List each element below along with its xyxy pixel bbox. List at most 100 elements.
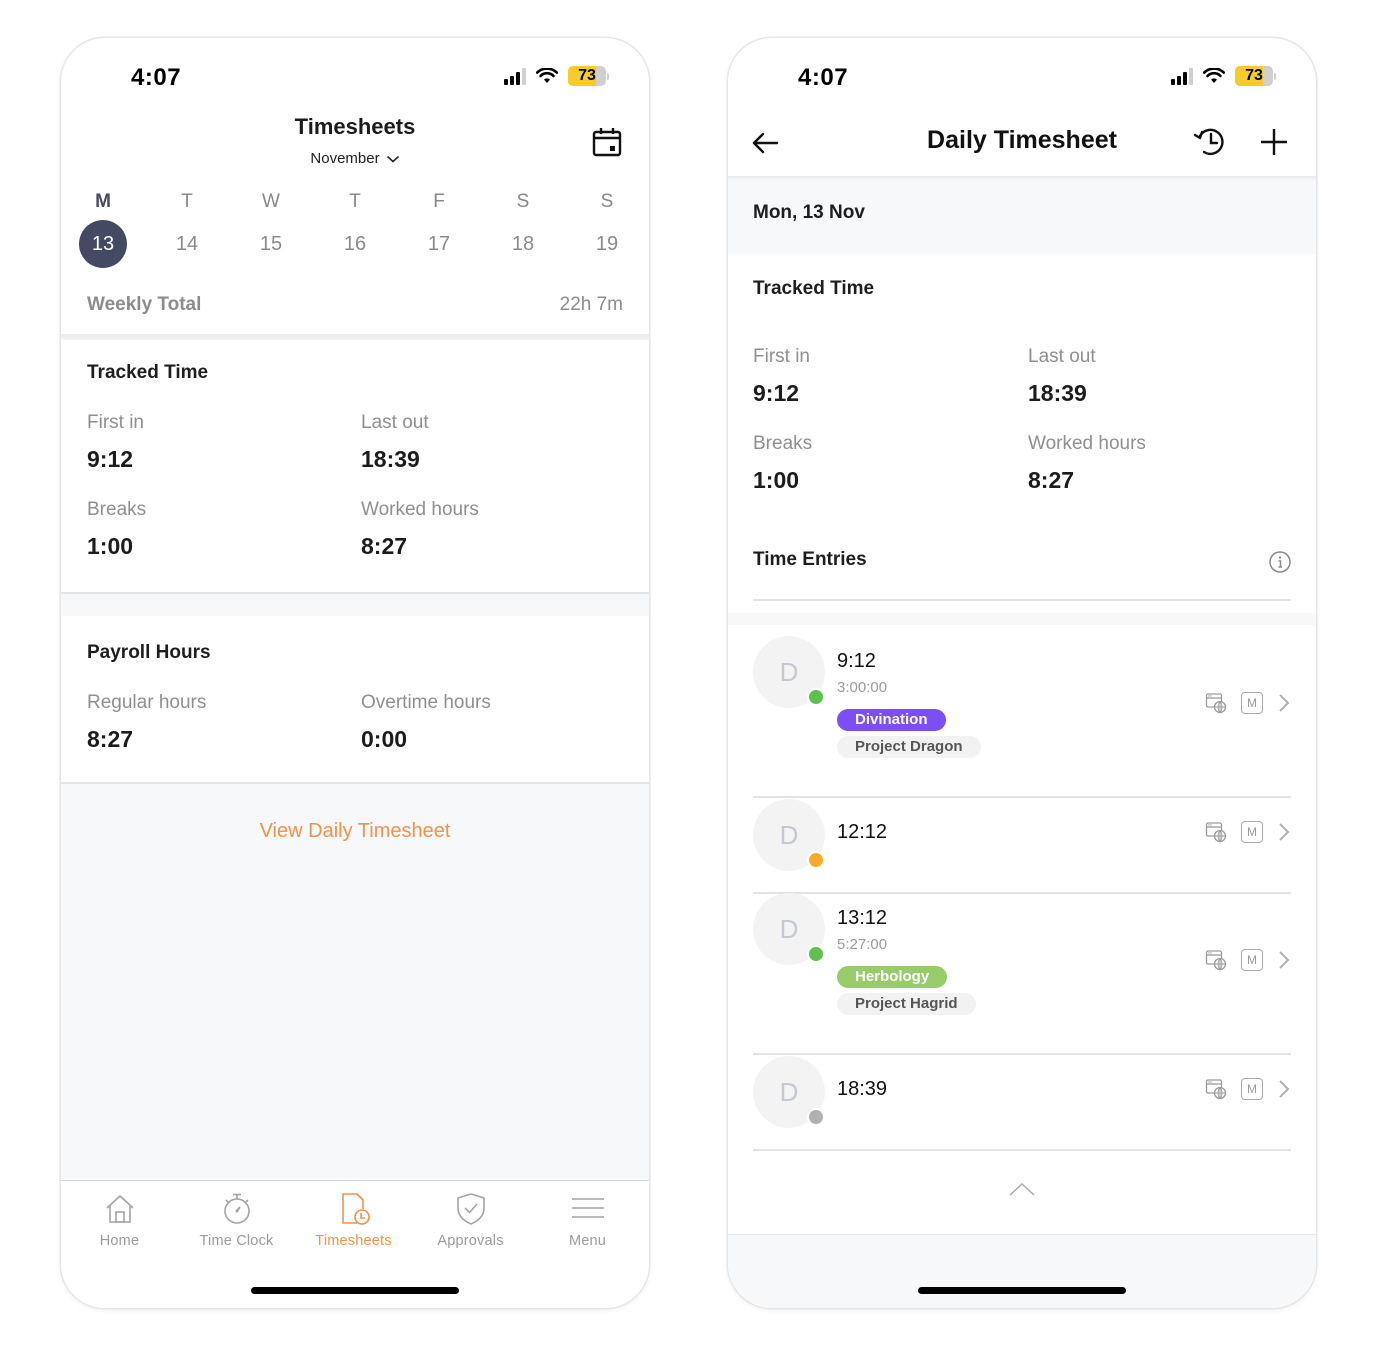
task-tag: Divination [837, 709, 946, 731]
regular-hours-value: 8:27 [87, 726, 134, 752]
history-icon[interactable] [1192, 124, 1228, 160]
first-in-label: First in [87, 412, 144, 433]
web-browser-icon [1205, 822, 1227, 843]
tracked-time-stats: First in 9:12 Last out 18:39 Breaks 1:00 Wo… [753, 346, 1290, 494]
chevron-right-icon[interactable] [1277, 692, 1291, 714]
day-13[interactable]: M 13 [77, 188, 129, 268]
date-header: Mon, 13 Nov [728, 176, 1316, 254]
tab-menu[interactable]: Menu [529, 1191, 646, 1249]
section-gap [728, 613, 1316, 625]
first-in-label: First in [753, 346, 810, 367]
weekly-total-value: 22h 7m [559, 294, 623, 315]
day-15[interactable]: W 15 [245, 188, 297, 268]
worked-hours-label: Worked hours [361, 499, 479, 520]
first-in-stat: First in 9:12 [753, 346, 1028, 407]
status-dot [807, 1108, 825, 1126]
battery-level: 73 [578, 67, 596, 84]
manual-entry-badge: M [1241, 949, 1263, 971]
nav-bar: Daily Timesheet [728, 118, 1316, 176]
day-19[interactable]: S 19 [581, 188, 633, 268]
manual-entry-badge: M [1241, 821, 1263, 843]
day-number: 18 [511, 232, 535, 255]
calendar-icon[interactable] [591, 126, 623, 158]
day-14[interactable]: T 14 [161, 188, 213, 268]
breaks-label: Breaks [753, 433, 813, 454]
divider [753, 1149, 1291, 1151]
status-dot [807, 688, 825, 706]
payroll-hours-card: Payroll Hours Regular hours 8:27 Overtime… [61, 616, 649, 782]
day-17[interactable]: F 17 [413, 188, 465, 268]
weekly-total-label: Weekly Total [87, 294, 202, 315]
month-selector[interactable]: November [61, 150, 649, 167]
day-number: 19 [595, 232, 619, 255]
tab-label: Menu [568, 1233, 607, 1249]
entry-time: 9:12 [837, 650, 876, 672]
project-tag: Project Dragon [837, 736, 981, 758]
chevron-up-icon[interactable] [1008, 1180, 1036, 1198]
manual-entry-badge: M [1241, 692, 1263, 714]
home-indicator[interactable] [918, 1287, 1126, 1294]
chevron-right-icon[interactable] [1277, 949, 1291, 971]
web-browser-icon [1205, 950, 1227, 971]
day-18[interactable]: S 18 [497, 188, 549, 268]
battery-icon: 73 [568, 66, 606, 86]
add-icon[interactable] [1258, 126, 1290, 158]
day-number: 13 [79, 220, 127, 268]
info-icon[interactable] [1268, 550, 1292, 574]
footer [728, 1234, 1316, 1308]
page-title: Timesheets [294, 114, 416, 139]
wifi-icon [536, 68, 558, 83]
tab-time-clock[interactable]: Time Clock [178, 1191, 295, 1249]
status-time: 4:07 [798, 64, 849, 91]
worked-hours-value: 8:27 [1028, 467, 1075, 493]
day-letter: M [95, 191, 111, 212]
time-entry-row[interactable]: D 13:12 5:27:00 Herbology Project Hagrid M [753, 893, 1291, 1054]
divider [61, 592, 649, 594]
status-dot [807, 945, 825, 963]
tab-label: Timesheets [315, 1233, 392, 1249]
worked-hours-stat: Worked hours 8:27 [361, 499, 623, 560]
status-bar: 4:07 73 [61, 38, 649, 118]
daily-timesheet-screen: 4:07 73 Daily Timesheet Mon, 13 Nov Trac… [728, 38, 1316, 1308]
chevron-down-icon [386, 155, 399, 163]
time-entries-title: Time Entries [753, 549, 867, 570]
time-entry-row[interactable]: D 9:12 3:00:00 Divination Project Dragon M [753, 636, 1291, 797]
timesheets-screen: 4:07 73 Timesheets November M 13 T 14 W 15 T 16… [61, 38, 649, 1308]
tab-approvals[interactable]: Approvals [412, 1191, 529, 1249]
entry-time: 18:39 [837, 1078, 888, 1100]
last-out-value: 18:39 [361, 446, 420, 472]
home-indicator[interactable] [251, 1287, 459, 1294]
status-time: 4:07 [131, 64, 182, 91]
entry-time: 12:12 [837, 821, 888, 843]
last-out-label: Last out [361, 412, 429, 433]
time-entry-row[interactable]: D 18:39 M [753, 1054, 1291, 1150]
tab-home[interactable]: Home [61, 1191, 178, 1249]
tracked-time-title: Tracked Time [87, 362, 209, 383]
battery-icon: 73 [1235, 66, 1273, 86]
time-entry-row[interactable]: D 12:12 M [753, 797, 1291, 893]
first-in-value: 9:12 [753, 380, 800, 406]
chevron-right-icon[interactable] [1277, 1078, 1291, 1100]
chevron-right-icon[interactable] [1277, 821, 1291, 843]
day-number: 14 [175, 232, 199, 255]
last-out-stat: Last out 18:39 [1028, 346, 1290, 407]
worked-hours-stat: Worked hours 8:27 [1028, 433, 1290, 494]
breaks-stat: Breaks 1:00 [753, 433, 1028, 494]
web-browser-icon [1205, 693, 1227, 714]
cellular-signal-icon [504, 67, 526, 85]
last-out-label: Last out [1028, 346, 1096, 367]
home-icon [105, 1194, 134, 1223]
day-16[interactable]: T 16 [329, 188, 381, 268]
day-letter: F [433, 191, 445, 212]
divider [61, 782, 649, 784]
entry-duration: 3:00:00 [837, 679, 888, 696]
tab-timesheets[interactable]: Timesheets [295, 1191, 412, 1249]
first-in-stat: First in 9:12 [87, 412, 361, 473]
view-daily-timesheet-link[interactable]: View Daily Timesheet [61, 820, 649, 843]
shield-check-icon [456, 1193, 485, 1225]
battery-cap [1274, 72, 1276, 80]
manual-entry-badge: M [1241, 1078, 1263, 1100]
day-number: 16 [343, 232, 367, 255]
entry-time: 13:12 [837, 907, 888, 929]
breaks-value: 1:00 [753, 467, 800, 493]
